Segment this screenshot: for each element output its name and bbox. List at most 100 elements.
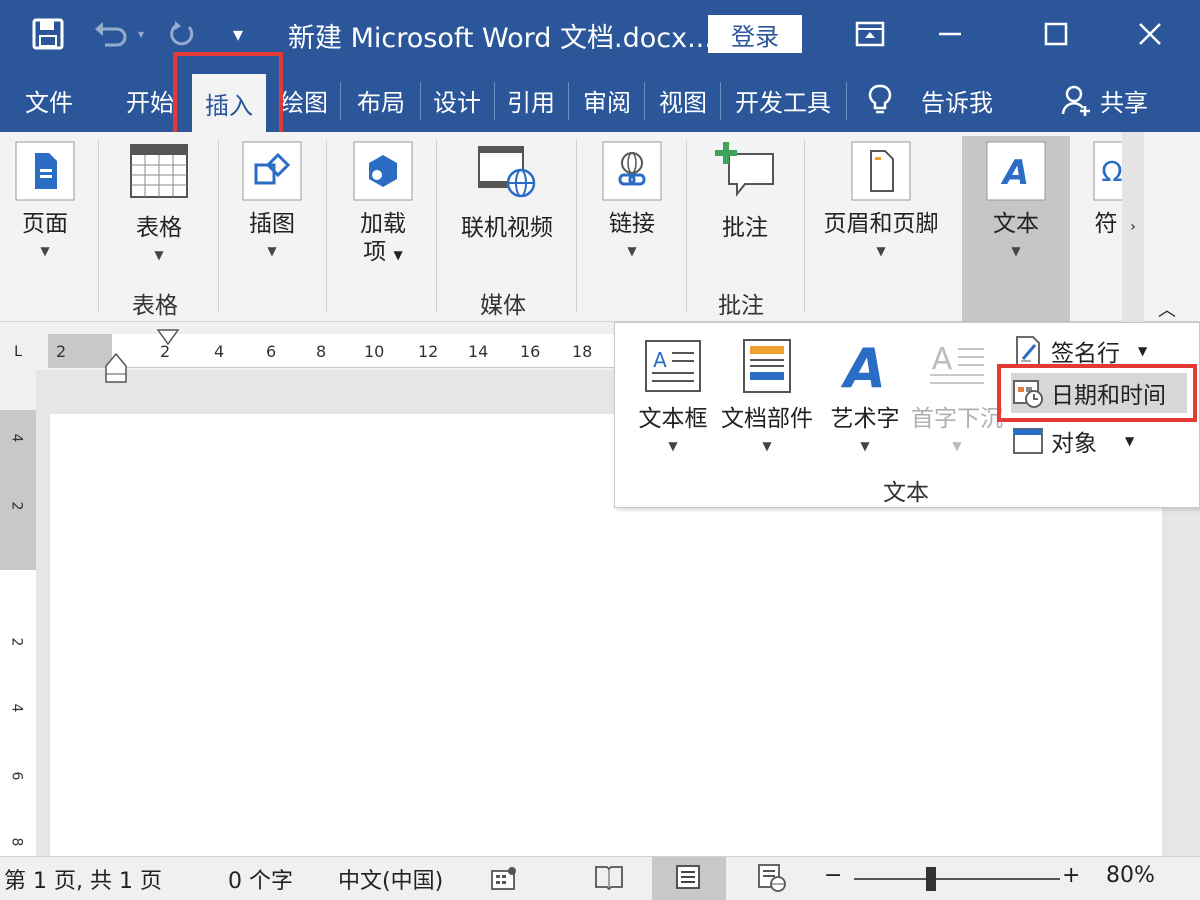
media-group-label: 媒体 xyxy=(480,293,526,319)
ruler-number: 12 xyxy=(418,342,439,361)
header-footer-button[interactable]: 页眉和页脚 ▼ xyxy=(818,140,944,258)
object-label: 对象 xyxy=(1051,431,1097,457)
tell-me-search[interactable]: 告诉我 xyxy=(912,68,1002,132)
illustrations-button-label: 插图 xyxy=(249,211,295,237)
horizontal-ruler[interactable]: 2 2 4 6 8 10 12 14 16 18 xyxy=(48,329,618,383)
minimize-icon[interactable] xyxy=(930,14,970,54)
tab-references[interactable]: 引用 xyxy=(498,68,564,132)
quick-parts-icon xyxy=(737,337,797,395)
ruler-number: 4 xyxy=(214,342,225,361)
zoom-slider-thumb[interactable] xyxy=(926,867,936,891)
tab-file[interactable]: 文件 xyxy=(14,68,84,132)
page-count[interactable]: 第 1 页, 共 1 页 xyxy=(4,863,162,895)
textbox-button[interactable]: A 文本框 ▼ xyxy=(633,337,713,453)
ruler-number: 8 xyxy=(316,342,327,361)
group-separator xyxy=(98,140,99,312)
status-bar: 第 1 页, 共 1 页 0 个字 中文(中国) − + 80% xyxy=(0,856,1200,900)
addins-label-line2-text: 项 xyxy=(363,239,387,265)
object-button[interactable]: 对象 ▼ xyxy=(1011,421,1134,461)
ruler-number: 16 xyxy=(520,342,541,361)
tab-separator xyxy=(494,82,495,120)
addins-label-line1: 加载 xyxy=(360,211,406,237)
save-icon[interactable] xyxy=(28,14,68,54)
ribbon-display-options-icon[interactable] xyxy=(852,14,888,54)
wordart-button-label: 艺术字 xyxy=(830,406,900,432)
undo-dropdown-icon[interactable]: ▾ xyxy=(134,14,148,54)
table-button-label: 表格 xyxy=(136,215,182,241)
ribbon: 页面 ▼ 表格 ▼ 表格 插图 ▼ 加载 项 ▼ 联机视频 媒体 链接 ▼ 批注… xyxy=(0,132,1200,324)
tables-group-label: 表格 xyxy=(132,293,178,319)
addins-button-label: 加载 项 ▼ xyxy=(360,210,406,269)
collapse-ribbon-icon[interactable]: ︿ xyxy=(1158,296,1176,322)
first-line-indent-marker[interactable] xyxy=(156,328,180,352)
vertical-ruler[interactable]: 4 2 2 4 6 8 xyxy=(0,410,36,856)
new-comment-icon xyxy=(713,140,777,202)
zoom-out-button[interactable]: − xyxy=(824,863,842,888)
macro-record-icon[interactable] xyxy=(490,865,518,897)
login-button[interactable]: 登录 xyxy=(708,15,802,53)
online-video-button-label: 联机视频 xyxy=(461,215,553,241)
online-video-button[interactable]: 联机视频 xyxy=(454,140,560,242)
text-button[interactable]: A 文本 ▼ xyxy=(962,136,1070,324)
addins-button[interactable]: 加载 项 ▼ xyxy=(348,140,418,269)
ruler-number: 4 xyxy=(8,703,25,713)
qat-customize-icon[interactable]: ▾ xyxy=(226,14,250,54)
table-icon xyxy=(127,140,191,202)
tab-separator xyxy=(420,82,421,120)
ruler-number: 4 xyxy=(8,433,25,443)
word-count[interactable]: 0 个字 xyxy=(228,863,293,895)
ruler-number: 10 xyxy=(364,342,385,361)
page-button[interactable]: 页面 ▼ xyxy=(12,140,78,258)
chevron-down-icon: ▼ xyxy=(668,439,678,453)
maximize-icon[interactable] xyxy=(1036,14,1076,54)
web-layout-icon[interactable] xyxy=(756,863,788,899)
zoom-level[interactable]: 80% xyxy=(1106,863,1155,888)
chevron-down-icon: ▼ xyxy=(860,439,870,453)
svg-text:A: A xyxy=(1000,153,1029,193)
undo-icon[interactable] xyxy=(88,14,134,54)
chevron-down-icon: ▼ xyxy=(40,244,50,258)
group-separator xyxy=(326,140,327,312)
lightbulb-icon[interactable] xyxy=(862,68,898,132)
comment-button[interactable]: 批注 xyxy=(710,140,780,242)
read-mode-icon[interactable] xyxy=(594,863,624,897)
svg-text:Ω: Ω xyxy=(1101,155,1122,188)
share-user-icon[interactable] xyxy=(1056,68,1096,132)
quick-parts-button[interactable]: 文档部件 ▼ xyxy=(719,337,815,453)
redo-icon[interactable] xyxy=(162,14,202,54)
close-icon[interactable] xyxy=(1130,14,1170,54)
dropcap-icon: A xyxy=(927,337,987,395)
signature-line-icon xyxy=(1011,334,1045,368)
ruler-number: 14 xyxy=(468,342,489,361)
page-icon xyxy=(13,140,77,202)
ruler-number: 6 xyxy=(8,771,25,781)
ribbon-scroll-right-icon[interactable]: › xyxy=(1122,132,1144,322)
language-indicator[interactable]: 中文(中国) xyxy=(338,863,443,895)
textbox-button-label: 文本框 xyxy=(638,406,708,432)
svg-text:A: A xyxy=(932,342,953,377)
illustrations-button[interactable]: 插图 ▼ xyxy=(240,140,304,258)
dropcap-button[interactable]: A 首字下沉 ▼ xyxy=(907,337,1007,453)
addins-icon xyxy=(351,140,415,202)
wordart-button[interactable]: A 艺术字 ▼ xyxy=(827,337,903,453)
text-button-label: 文本 xyxy=(993,211,1039,237)
tab-design[interactable]: 设计 xyxy=(424,68,490,132)
symbols-button[interactable]: Ω 符 xyxy=(1090,140,1122,238)
addins-label-line2: 项 ▼ xyxy=(360,238,406,269)
text-icon: A xyxy=(984,140,1048,202)
symbols-button-label: 符 xyxy=(1094,211,1118,237)
tab-selector[interactable]: L xyxy=(0,334,36,370)
share-button[interactable]: 共享 xyxy=(1096,68,1152,132)
tab-review[interactable]: 审阅 xyxy=(574,68,640,132)
print-layout-icon[interactable] xyxy=(674,863,702,897)
tab-developer[interactable]: 开发工具 xyxy=(726,68,840,132)
symbols-icon: Ω xyxy=(1090,140,1122,202)
link-button[interactable]: 链接 ▼ xyxy=(598,140,666,258)
table-button[interactable]: 表格 ▼ xyxy=(124,140,194,262)
zoom-in-button[interactable]: + xyxy=(1062,863,1080,888)
tab-layout[interactable]: 布局 xyxy=(348,68,414,132)
tab-view[interactable]: 视图 xyxy=(650,68,716,132)
header-footer-button-label: 页眉和页脚 xyxy=(823,211,939,237)
hanging-indent-marker[interactable] xyxy=(104,352,128,388)
zoom-slider-track[interactable] xyxy=(854,878,1060,880)
